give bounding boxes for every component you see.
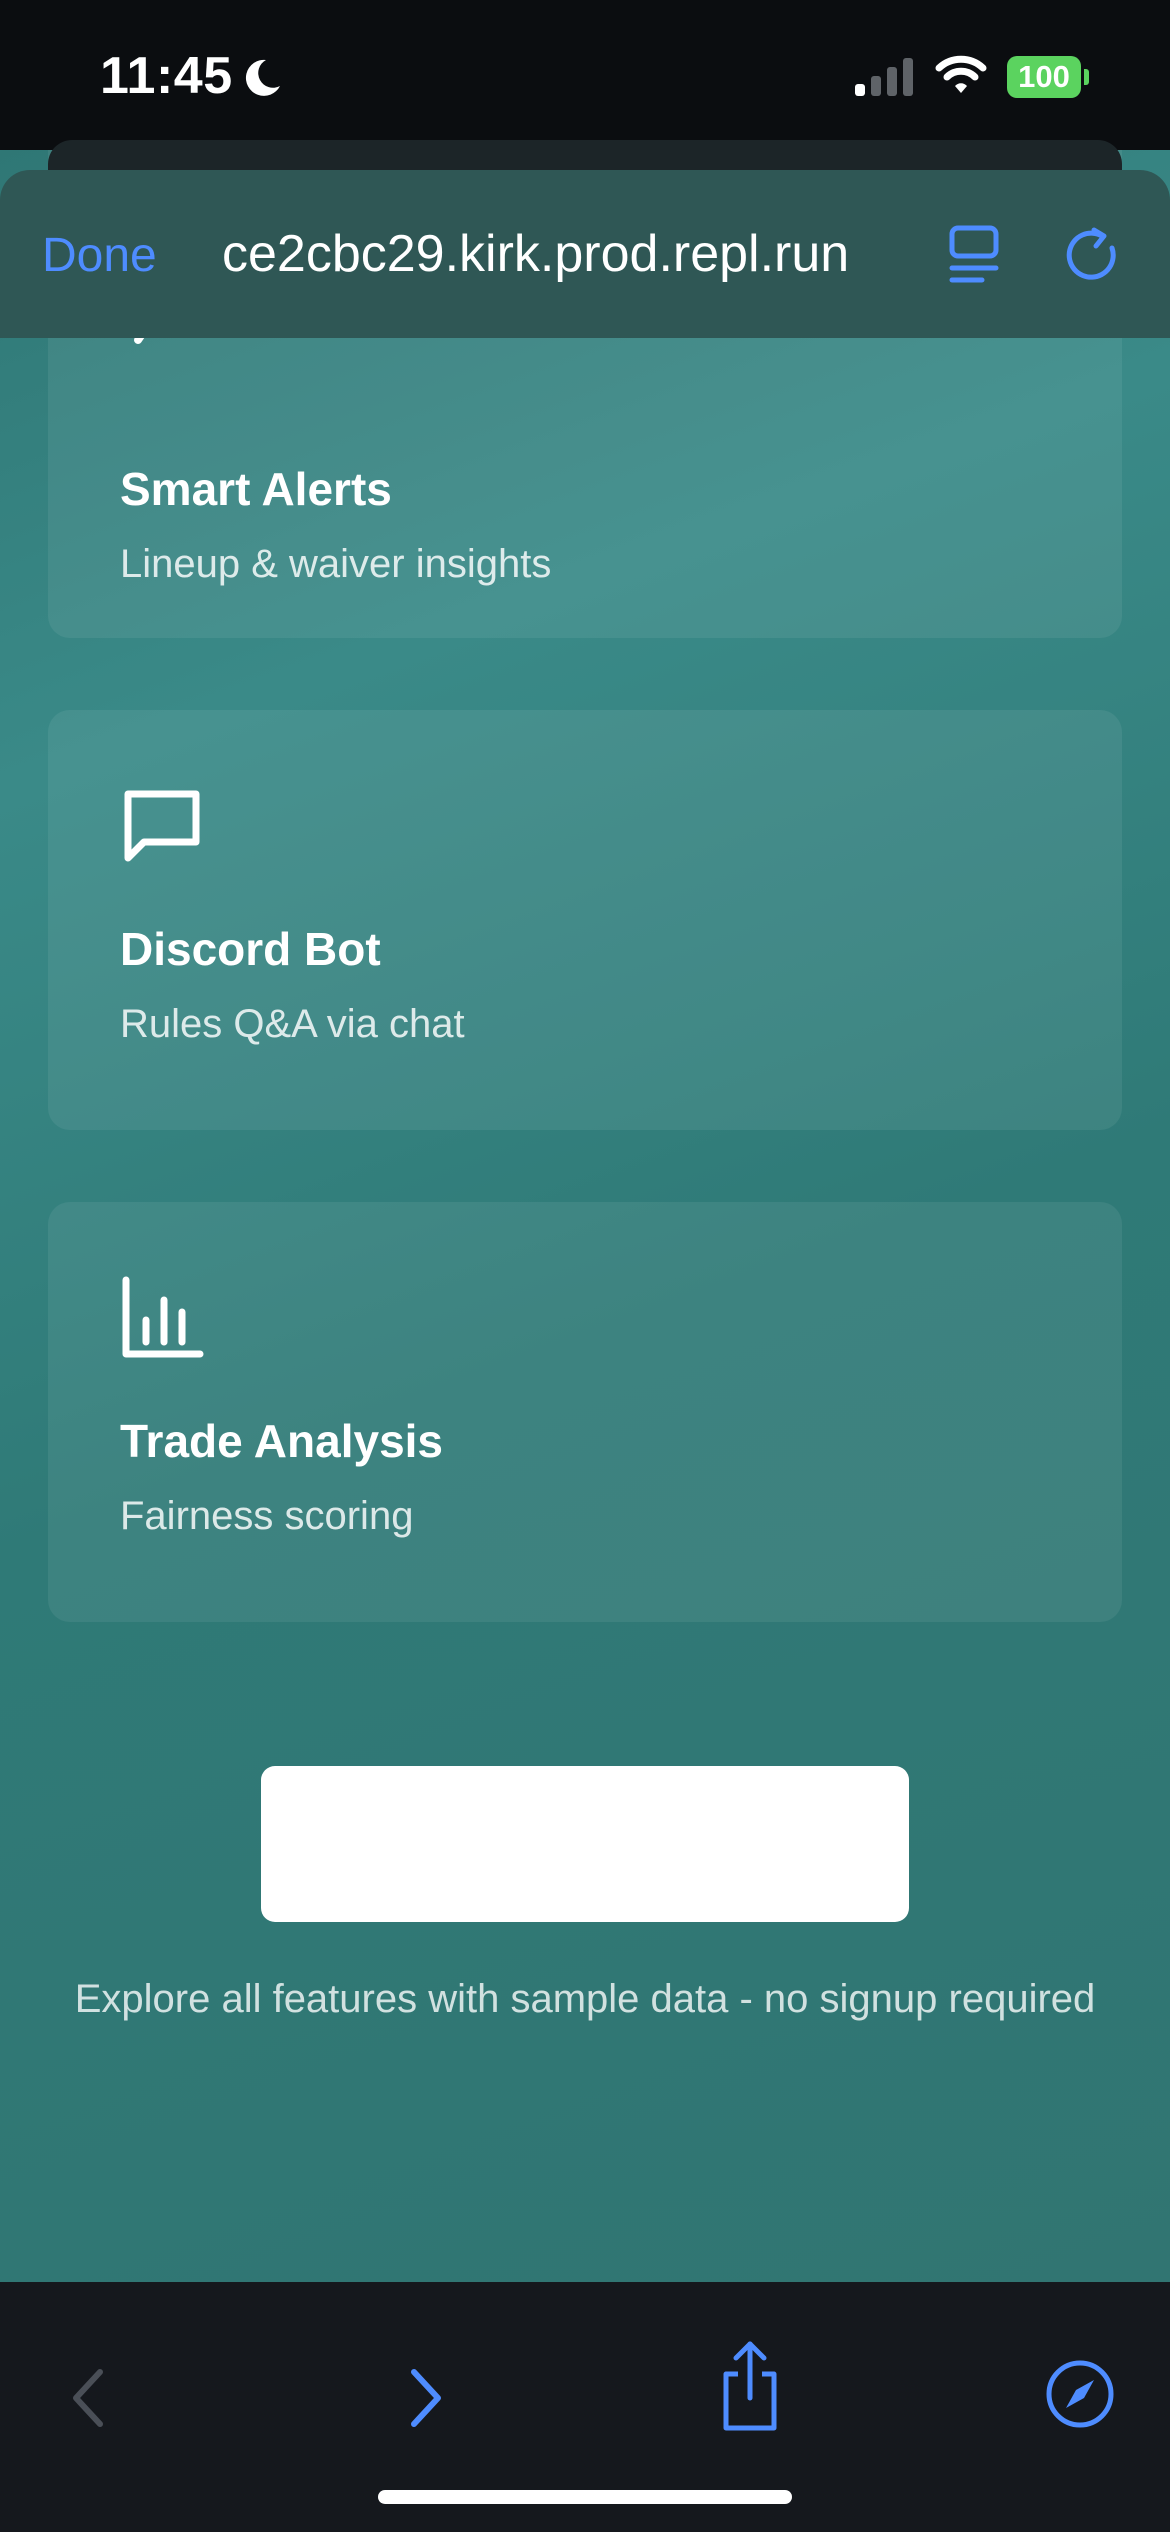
compass-icon[interactable] bbox=[1044, 2358, 1116, 2430]
home-indicator[interactable] bbox=[378, 2490, 792, 2504]
forward-icon[interactable] bbox=[390, 2362, 458, 2434]
web-page[interactable]: Smart Alerts Lineup & waiver insights Di… bbox=[0, 150, 1170, 2282]
back-icon[interactable] bbox=[56, 2362, 124, 2434]
feature-title: Discord Bot bbox=[120, 923, 381, 975]
browser-top-bar: Done ce2cbc29.kirk.prod.repl.run bbox=[0, 170, 1170, 338]
reload-icon[interactable] bbox=[1064, 226, 1120, 282]
done-button[interactable]: Done bbox=[42, 228, 157, 283]
chat-bubble-icon bbox=[124, 790, 200, 862]
moon-icon bbox=[245, 59, 280, 96]
demo-footnote: Explore all features with sample data - … bbox=[74, 1977, 1096, 2021]
feature-card-trade-analysis[interactable]: Trade Analysis Fairness scoring bbox=[48, 1202, 1122, 1622]
battery-icon: 100 bbox=[1007, 56, 1089, 98]
feature-title: Trade Analysis bbox=[120, 1415, 444, 1467]
feature-subtitle: Fairness scoring bbox=[120, 1494, 414, 1538]
reader-mode-icon[interactable] bbox=[946, 224, 1002, 284]
try-demo-button[interactable] bbox=[261, 1766, 909, 1922]
cellular-signal-icon bbox=[855, 58, 913, 96]
battery-tip bbox=[1084, 69, 1089, 85]
feature-card-discord-bot[interactable]: Discord Bot Rules Q&A via chat bbox=[48, 710, 1122, 1130]
feature-subtitle: Lineup & waiver insights bbox=[120, 542, 552, 586]
wifi-icon bbox=[935, 55, 987, 93]
feature-title: Smart Alerts bbox=[120, 463, 392, 515]
battery-level: 100 bbox=[1007, 56, 1081, 98]
feature-subtitle: Rules Q&A via chat bbox=[120, 1002, 465, 1046]
share-icon[interactable] bbox=[716, 2338, 784, 2434]
status-bar: 11:45 100 bbox=[0, 0, 1170, 160]
status-time: 11:45 bbox=[100, 47, 233, 105]
url-display[interactable]: ce2cbc29.kirk.prod.repl.run bbox=[222, 224, 849, 284]
bar-chart-icon bbox=[122, 1276, 204, 1358]
